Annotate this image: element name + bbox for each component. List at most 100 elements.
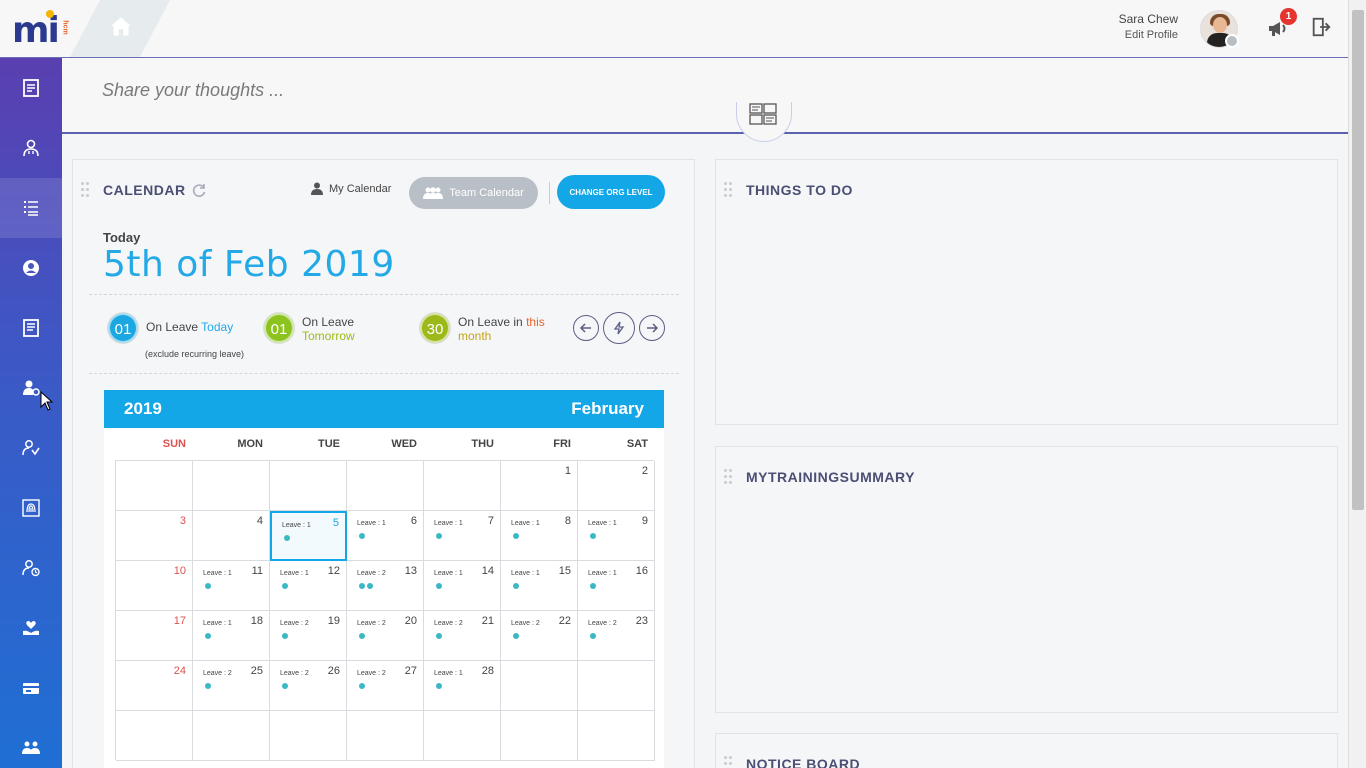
leave-dots[interactable] — [590, 583, 596, 589]
sidebar-item-team[interactable] — [0, 718, 62, 768]
calendar-day[interactable] — [193, 711, 270, 761]
leave-dot[interactable] — [205, 683, 211, 689]
leave-dot[interactable] — [513, 633, 519, 639]
camera-icon[interactable] — [1225, 34, 1239, 48]
leave-dot[interactable] — [436, 533, 442, 539]
leave-dot[interactable] — [359, 533, 365, 539]
sidebar-item-payroll[interactable] — [0, 658, 62, 718]
leave-dot[interactable] — [590, 633, 596, 639]
drag-handle-icon[interactable] — [81, 182, 89, 198]
leave-dot[interactable] — [436, 633, 442, 639]
calendar-day[interactable]: 8 Leave : 1 — [501, 511, 578, 561]
leave-dot[interactable] — [284, 535, 290, 541]
calendar-day[interactable]: 17 — [116, 611, 193, 661]
calendar-day[interactable]: 27 Leave : 2 — [347, 661, 424, 711]
leave-dots[interactable] — [436, 583, 442, 589]
calendar-day[interactable]: 6 Leave : 1 — [347, 511, 424, 561]
calendar-day[interactable] — [578, 661, 655, 711]
calendar-day[interactable]: 11 Leave : 1 — [193, 561, 270, 611]
leave-dots[interactable] — [205, 683, 211, 689]
calendar-day[interactable]: 3 — [116, 511, 193, 561]
leave-dot[interactable] — [513, 533, 519, 539]
leave-dot[interactable] — [205, 633, 211, 639]
leave-dots[interactable] — [205, 583, 211, 589]
edit-profile-link[interactable]: Edit Profile — [1058, 29, 1178, 41]
page-scrollbar[interactable] — [1348, 0, 1366, 768]
sidebar-item-notes[interactable] — [0, 58, 62, 118]
calendar-day[interactable] — [116, 461, 193, 511]
leave-dot[interactable] — [590, 583, 596, 589]
stat-leave-month[interactable]: 30 On Leave in this month — [420, 313, 545, 343]
drag-handle-icon[interactable] — [724, 469, 732, 485]
calendar-day[interactable]: 21 Leave : 2 — [424, 611, 501, 661]
sidebar-item-profile[interactable] — [0, 238, 62, 298]
calendar-day[interactable]: 19 Leave : 2 — [270, 611, 347, 661]
leave-dots[interactable] — [513, 533, 519, 539]
sidebar-item-medical[interactable] — [0, 118, 62, 178]
prev-button[interactable] — [573, 315, 599, 341]
leave-dot[interactable] — [359, 633, 365, 639]
leave-dot[interactable] — [282, 683, 288, 689]
calendar-day[interactable] — [270, 711, 347, 761]
calendar-day[interactable]: 7 Leave : 1 — [424, 511, 501, 561]
calendar-day[interactable]: 1 — [501, 461, 578, 511]
calendar-day[interactable] — [347, 461, 424, 511]
sidebar-item-list[interactable] — [0, 178, 62, 238]
leave-dots[interactable] — [436, 633, 442, 639]
calendar-day[interactable]: 4 — [193, 511, 270, 561]
leave-dots[interactable] — [590, 533, 596, 539]
calendar-day-today[interactable]: 5 Leave : 1 — [270, 511, 347, 561]
layout-toggle[interactable] — [736, 102, 792, 142]
leave-dots[interactable] — [282, 633, 288, 639]
stat-leave-tomorrow[interactable]: 01 On Leave Tomorrow — [264, 313, 355, 343]
calendar-day[interactable]: 9 Leave : 1 — [578, 511, 655, 561]
home-icon[interactable] — [108, 14, 134, 40]
share-thoughts-input[interactable] — [102, 80, 702, 101]
stat-leave-today[interactable]: 01 On Leave Today — [108, 313, 233, 343]
leave-dots[interactable] — [590, 633, 596, 639]
notification-badge[interactable]: 1 — [1280, 8, 1297, 25]
leave-dots[interactable] — [282, 683, 288, 689]
calendar-day[interactable]: 13 Leave : 2 — [347, 561, 424, 611]
leave-dot[interactable] — [590, 533, 596, 539]
leave-dot[interactable] — [282, 633, 288, 639]
leave-dots[interactable] — [205, 633, 211, 639]
leave-dots[interactable] — [282, 583, 288, 589]
sidebar-item-timesheet[interactable] — [0, 538, 62, 598]
sidebar-item-benefits[interactable] — [0, 598, 62, 658]
team-calendar-tab[interactable]: Team Calendar — [409, 177, 538, 209]
change-org-level-button[interactable]: CHANGE ORG LEVEL — [557, 175, 665, 209]
quick-action-button[interactable] — [603, 312, 635, 344]
calendar-day[interactable]: 12 Leave : 1 — [270, 561, 347, 611]
calendar-day[interactable]: 16 Leave : 1 — [578, 561, 655, 611]
calendar-day[interactable]: 22 Leave : 2 — [501, 611, 578, 661]
drag-handle-icon[interactable] — [724, 182, 732, 198]
logout-icon[interactable] — [1310, 16, 1332, 38]
leave-dots[interactable] — [359, 633, 365, 639]
leave-dots[interactable] — [359, 533, 365, 539]
calendar-day[interactable]: 2 — [578, 461, 655, 511]
calendar-day[interactable] — [347, 711, 424, 761]
calendar-day[interactable]: 28 Leave : 1 — [424, 661, 501, 711]
scrollbar-thumb[interactable] — [1352, 10, 1364, 510]
leave-dot[interactable] — [436, 683, 442, 689]
leave-dots[interactable] — [513, 583, 519, 589]
leave-dots[interactable] — [513, 633, 519, 639]
leave-dot[interactable] — [367, 583, 373, 589]
leave-dot[interactable] — [359, 583, 365, 589]
calendar-day[interactable] — [501, 711, 578, 761]
calendar-day[interactable]: 18 Leave : 1 — [193, 611, 270, 661]
calendar-day[interactable] — [424, 461, 501, 511]
leave-dots[interactable] — [436, 683, 442, 689]
leave-dot[interactable] — [282, 583, 288, 589]
drag-handle-icon[interactable] — [724, 756, 732, 768]
leave-dot[interactable] — [359, 683, 365, 689]
calendar-day[interactable] — [424, 711, 501, 761]
calendar-day[interactable] — [270, 461, 347, 511]
calendar-day[interactable]: 23 Leave : 2 — [578, 611, 655, 661]
refresh-icon[interactable] — [191, 182, 207, 198]
app-logo[interactable]: mi hcm — [12, 10, 69, 51]
sidebar-item-attendance[interactable] — [0, 478, 62, 538]
leave-dots[interactable] — [284, 535, 290, 541]
sidebar-item-documents[interactable] — [0, 298, 62, 358]
